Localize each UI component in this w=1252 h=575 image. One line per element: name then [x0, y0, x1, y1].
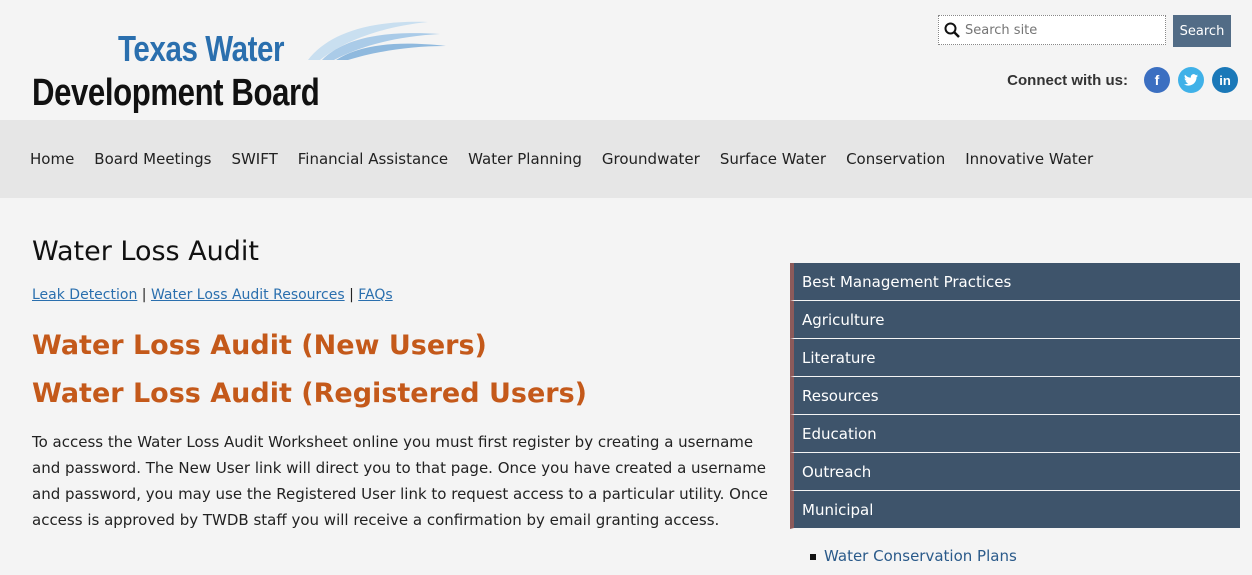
sidebar-item-education[interactable]: Education	[790, 415, 1240, 453]
nav-item-innovative-water[interactable]: Innovative Water	[965, 150, 1093, 168]
page-title: Water Loss Audit	[32, 236, 260, 267]
sidebar-item-best-management-practices[interactable]: Best Management Practices	[790, 263, 1240, 301]
search-icon	[944, 22, 960, 38]
facebook-icon[interactable]: f	[1144, 67, 1170, 93]
search-button[interactable]: Search	[1173, 15, 1231, 47]
new-users-link[interactable]: Water Loss Audit (New Users)	[32, 330, 487, 361]
sub-navigation: Leak Detection | Water Loss Audit Resour…	[32, 287, 393, 303]
bullet-icon	[810, 554, 816, 560]
separator: |	[349, 287, 354, 303]
nav-item-water-planning[interactable]: Water Planning	[468, 150, 582, 168]
nav-item-swift[interactable]: SWIFT	[231, 150, 277, 168]
leak-detection-link[interactable]: Leak Detection	[32, 287, 137, 303]
separator: |	[141, 287, 147, 303]
sidebar-item-agriculture[interactable]: Agriculture	[790, 301, 1240, 339]
logo-text-development-board: Development Board	[32, 72, 320, 114]
linkedin-icon[interactable]: in	[1212, 67, 1238, 93]
nav-item-home[interactable]: Home	[30, 150, 74, 168]
sidebar-subitem-water-conservation-plans[interactable]: Water Conservation Plans	[790, 547, 1240, 565]
logo-text-texas-water: Texas Water	[118, 28, 285, 69]
nav-item-surface-water[interactable]: Surface Water	[720, 150, 826, 168]
sidebar-item-municipal[interactable]: Municipal	[790, 491, 1240, 529]
faqs-link[interactable]: FAQs	[358, 287, 392, 303]
registered-users-link[interactable]: Water Loss Audit (Registered Users)	[32, 378, 587, 409]
water-loss-audit-resources-link[interactable]: Water Loss Audit Resources	[151, 287, 345, 303]
nav-item-groundwater[interactable]: Groundwater	[602, 150, 700, 168]
nav-item-conservation[interactable]: Conservation	[846, 150, 945, 168]
instructions-paragraph: To access the Water Loss Audit Worksheet…	[32, 433, 768, 529]
search-input[interactable]	[965, 20, 1160, 40]
sidebar-subitem-label: Water Conservation Plans	[824, 547, 1017, 565]
connect-label: Connect with us:	[1007, 71, 1128, 89]
sidebar-item-literature[interactable]: Literature	[790, 339, 1240, 377]
search-box	[938, 15, 1166, 45]
social-links: Connect with us: f in	[1007, 67, 1238, 93]
sidebar: Best Management Practices Agriculture Li…	[790, 263, 1240, 565]
twitter-icon[interactable]	[1178, 67, 1204, 93]
water-swoosh-icon	[308, 21, 446, 60]
twdb-logo[interactable]: Texas Water Development Board	[32, 14, 446, 124]
main-nav: Home Board Meetings SWIFT Financial Assi…	[0, 120, 1252, 198]
sidebar-item-resources[interactable]: Resources	[790, 377, 1240, 415]
site-header: Texas Water Development Board Search Con…	[0, 0, 1252, 120]
nav-item-financial-assistance[interactable]: Financial Assistance	[298, 150, 448, 168]
nav-item-board-meetings[interactable]: Board Meetings	[94, 150, 211, 168]
sidebar-item-outreach[interactable]: Outreach	[790, 453, 1240, 491]
